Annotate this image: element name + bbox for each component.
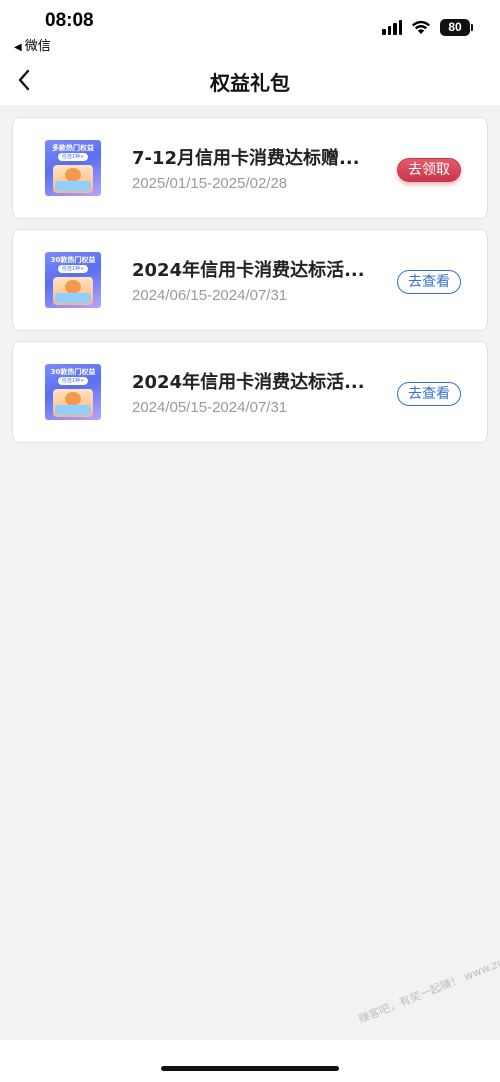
benefit-card[interactable]: 30款热门权益 任选1种+ 2024年信用卡消费达标活... 2024/05/1… <box>12 341 488 443</box>
thumbnail-title: 30款热门权益 <box>50 256 96 264</box>
card-title: 7-12月信用卡消费达标赠... <box>132 148 360 169</box>
wifi-icon <box>412 20 430 34</box>
cellular-signal-icon <box>382 19 402 35</box>
status-time: 08:08 <box>45 10 94 31</box>
back-triangle-icon: ◀ <box>14 42 22 53</box>
benefit-thumbnail: 30款热门权益 任选1种+ <box>45 252 101 308</box>
view-button[interactable]: 去查看 <box>397 270 461 294</box>
page-title: 权益礼包 <box>210 71 290 95</box>
card-date-range: 2024/05/15-2024/07/31 <box>132 399 288 416</box>
card-title: 2024年信用卡消费达标活... <box>132 372 365 393</box>
thumbnail-title: 多款热门权益 <box>52 144 94 152</box>
battery-icon: 80 <box>440 18 473 36</box>
benefit-thumbnail: 多款热门权益 任选1种+ <box>45 140 101 196</box>
card-title: 2024年信用卡消费达标活... <box>132 260 365 281</box>
gift-illustration-icon <box>53 277 93 305</box>
top-bar: 08:08 ◀ 微信 80 权益礼包 <box>0 0 500 105</box>
thumbnail-title: 30款热门权益 <box>50 368 96 376</box>
benefit-card[interactable]: 多款热门权益 任选1种+ 7-12月信用卡消费达标赠... 2025/01/15… <box>12 117 488 219</box>
thumbnail-tag: 任选1种+ <box>58 153 88 161</box>
card-date-range: 2025/01/15-2025/02/28 <box>132 175 288 192</box>
benefit-thumbnail: 30款热门权益 任选1种+ <box>45 364 101 420</box>
thumbnail-tag: 任选1种+ <box>58 377 88 385</box>
home-indicator[interactable] <box>161 1066 339 1071</box>
gift-illustration-icon <box>53 389 93 417</box>
bottom-safe-area <box>0 1040 500 1082</box>
view-button[interactable]: 去查看 <box>397 382 461 406</box>
status-icons: 80 <box>382 16 473 38</box>
gift-illustration-icon <box>53 165 93 193</box>
back-app-label: 微信 <box>24 39 51 54</box>
back-to-app-link[interactable]: ◀ 微信 <box>14 35 51 54</box>
benefit-card[interactable]: 30款热门权益 任选1种+ 2024年信用卡消费达标活... 2024/06/1… <box>12 229 488 331</box>
watermark: 赚客吧，有奖一起赚！ www.zuanke8.com <box>356 932 500 1026</box>
thumbnail-tag: 任选1种+ <box>58 265 88 273</box>
card-date-range: 2024/06/15-2024/07/31 <box>132 287 288 304</box>
claim-button[interactable]: 去领取 <box>397 158 461 182</box>
